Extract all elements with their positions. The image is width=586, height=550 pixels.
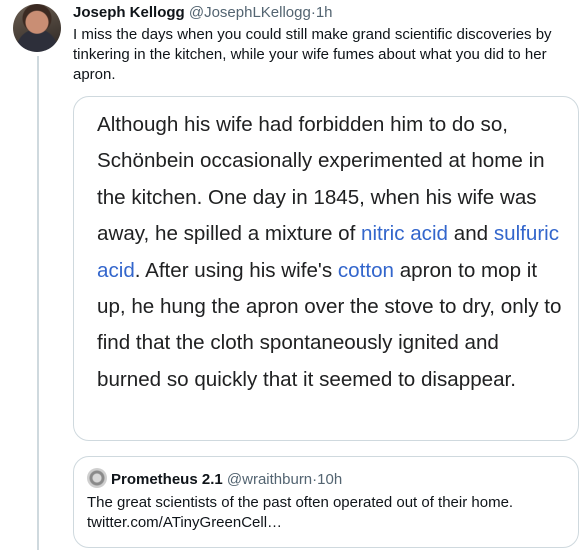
tweet[interactable]: Joseph Kellogg @JosephLKellogg·1h I miss… <box>73 3 573 85</box>
quoted-author-name: Prometheus 2.1 <box>111 471 223 488</box>
link-cotton[interactable]: cotton <box>338 259 394 282</box>
tweet-time[interactable]: 1h <box>316 4 333 21</box>
quoted-tweet[interactable]: Prometheus 2.1 @wraithburn·10h The great… <box>73 456 579 548</box>
card-text: Although his wife had forbidden him to d… <box>97 107 567 398</box>
quoted-author-handle: @wraithburn <box>226 471 313 488</box>
author-handle[interactable]: @JosephLKellogg <box>189 4 311 21</box>
card-text-segment: and <box>448 222 494 246</box>
quoted-tweet-time: 10h <box>317 471 343 488</box>
quoted-tweet-text: The great scientists of the past often o… <box>87 493 567 533</box>
author-avatar[interactable] <box>13 4 61 52</box>
card-text-segment: . After using his wife's <box>134 258 338 282</box>
quoted-author-avatar <box>87 468 107 488</box>
thread-line <box>37 56 39 550</box>
tweet-header: Joseph Kellogg @JosephLKellogg·1h <box>73 3 573 23</box>
link-nitric-acid[interactable]: nitric acid <box>361 222 448 245</box>
quoted-tweet-link[interactable]: twitter.com/ATinyGreenCell… <box>87 513 567 533</box>
screenshot-card[interactable]: Although his wife had forbidden him to d… <box>73 96 579 441</box>
quoted-tweet-header: Prometheus 2.1 @wraithburn·10h <box>87 468 342 490</box>
tweet-text: I miss the days when you could still mak… <box>73 26 552 83</box>
author-name[interactable]: Joseph Kellogg <box>73 4 185 21</box>
quoted-tweet-body: The great scientists of the past often o… <box>87 494 514 511</box>
